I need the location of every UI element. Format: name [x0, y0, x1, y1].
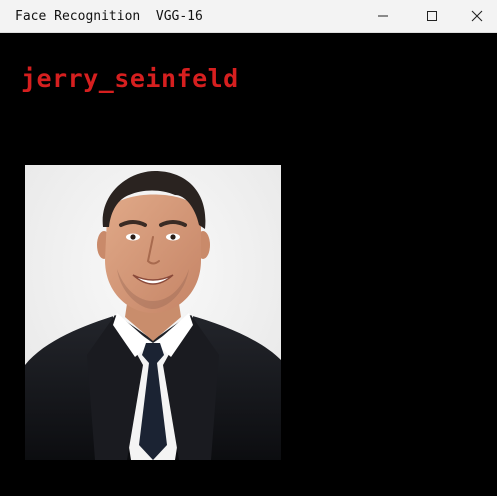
title-bar[interactable]: Face Recognition VGG-16 — [0, 0, 497, 33]
maximize-button[interactable] — [409, 0, 455, 32]
minimize-button[interactable] — [360, 0, 406, 32]
close-icon — [471, 10, 483, 22]
window-title: Face Recognition VGG-16 — [15, 9, 203, 24]
recognized-name-label: jerry_seinfeld — [21, 64, 239, 93]
minimize-icon — [378, 15, 388, 17]
maximize-icon — [427, 11, 437, 21]
face-photo — [25, 165, 281, 460]
app-window: Face Recognition VGG-16 jerry_seinfeld — [0, 0, 497, 496]
face — [105, 194, 201, 313]
video-frame: jerry_seinfeld — [0, 33, 497, 496]
close-button[interactable] — [454, 0, 497, 32]
portrait-photo — [25, 165, 281, 460]
